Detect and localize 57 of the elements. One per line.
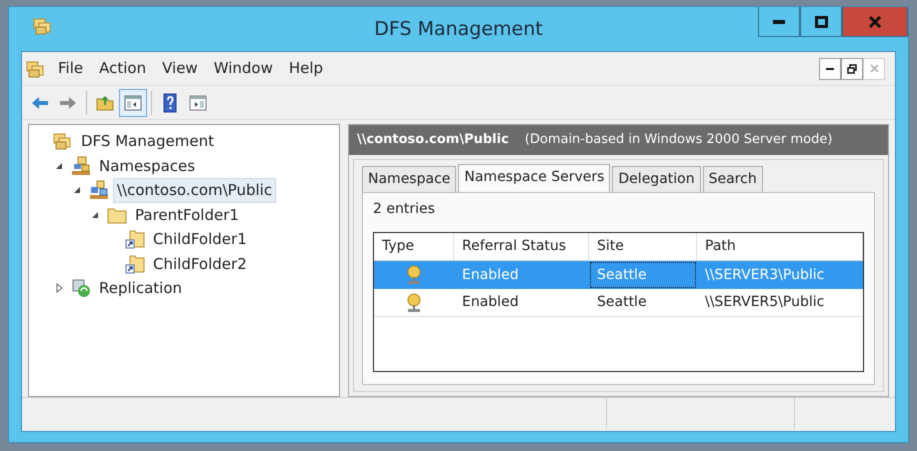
namespaces-icon <box>71 156 91 176</box>
table-cell-text: \\SERVER3\Public <box>704 266 826 284</box>
tab[interactable]: Search <box>702 166 763 192</box>
table-cell-text: Enabled <box>461 293 520 312</box>
menu-item[interactable]: Window <box>206 55 281 82</box>
minimize-icon <box>826 68 834 70</box>
menu-item[interactable]: Action <box>91 55 154 82</box>
dfs-management-icon <box>26 58 46 78</box>
close-icon <box>870 64 878 73</box>
table-cell: Seattle <box>589 261 697 289</box>
dfs-management-icon <box>33 16 53 36</box>
close-button[interactable] <box>842 7 908 37</box>
tab[interactable]: Delegation <box>612 166 701 192</box>
expanded-arrow-icon[interactable] <box>90 210 100 220</box>
column-header[interactable]: Site <box>589 233 697 260</box>
dfs-management-icon <box>53 131 73 152</box>
expanded-arrow-icon[interactable] <box>72 185 82 196</box>
expanded-arrow-icon[interactable] <box>54 160 64 171</box>
tree-item[interactable]: Replication <box>95 276 186 300</box>
folder-link-icon <box>125 229 145 250</box>
table-row[interactable]: Enabled Seattle \\SERVER5\Public <box>374 289 863 317</box>
action-pane-icon <box>188 92 208 112</box>
namespace-icon <box>89 180 109 200</box>
window-title: DFS Management <box>374 16 543 42</box>
minimize-icon <box>773 20 785 24</box>
maximize-icon <box>814 16 828 28</box>
minimize-button[interactable] <box>758 7 800 37</box>
namespace-path: \\contoso.com\Public <box>357 131 509 150</box>
tab[interactable]: Namespace Servers <box>458 164 610 192</box>
maximize-button[interactable] <box>800 7 842 37</box>
tree-item[interactable]: ParentFolder1 <box>131 202 243 227</box>
menu-item[interactable]: View <box>154 55 206 82</box>
tree-item[interactable]: DFS Management <box>77 129 218 154</box>
table-cell-text: Enabled <box>461 266 520 284</box>
tree-item[interactable]: Namespaces <box>95 154 200 178</box>
table-cell-text: Seattle <box>596 293 648 312</box>
restore-icon <box>847 64 857 74</box>
namespace-mode: (Domain-based in Windows 2000 Server mode) <box>524 131 832 150</box>
folder-link-icon <box>125 254 145 274</box>
collapsed-arrow-icon[interactable] <box>54 283 64 294</box>
column-header[interactable]: Referral Status <box>454 233 589 260</box>
table-cell-text: \\SERVER5\Public <box>704 293 826 312</box>
entries-count: 2 entries <box>373 200 436 219</box>
tree-item[interactable]: \\contoso.com\Public <box>113 178 276 202</box>
tree-item[interactable]: ChildFolder1 <box>149 227 251 252</box>
column-header[interactable]: Path <box>697 233 863 260</box>
minimize-button[interactable] <box>819 58 841 80</box>
column-header[interactable]: Type <box>374 233 454 260</box>
replication-icon <box>71 278 91 298</box>
menu-item[interactable]: File <box>50 55 92 82</box>
menu-item[interactable]: Help <box>280 55 332 82</box>
close-icon <box>868 16 882 28</box>
restore-button[interactable] <box>841 58 863 80</box>
console-tree-button[interactable] <box>119 88 147 116</box>
console-tree-icon <box>123 92 143 112</box>
tab[interactable]: Namespace <box>362 166 456 192</box>
tree-item[interactable]: ChildFolder2 <box>149 252 251 276</box>
